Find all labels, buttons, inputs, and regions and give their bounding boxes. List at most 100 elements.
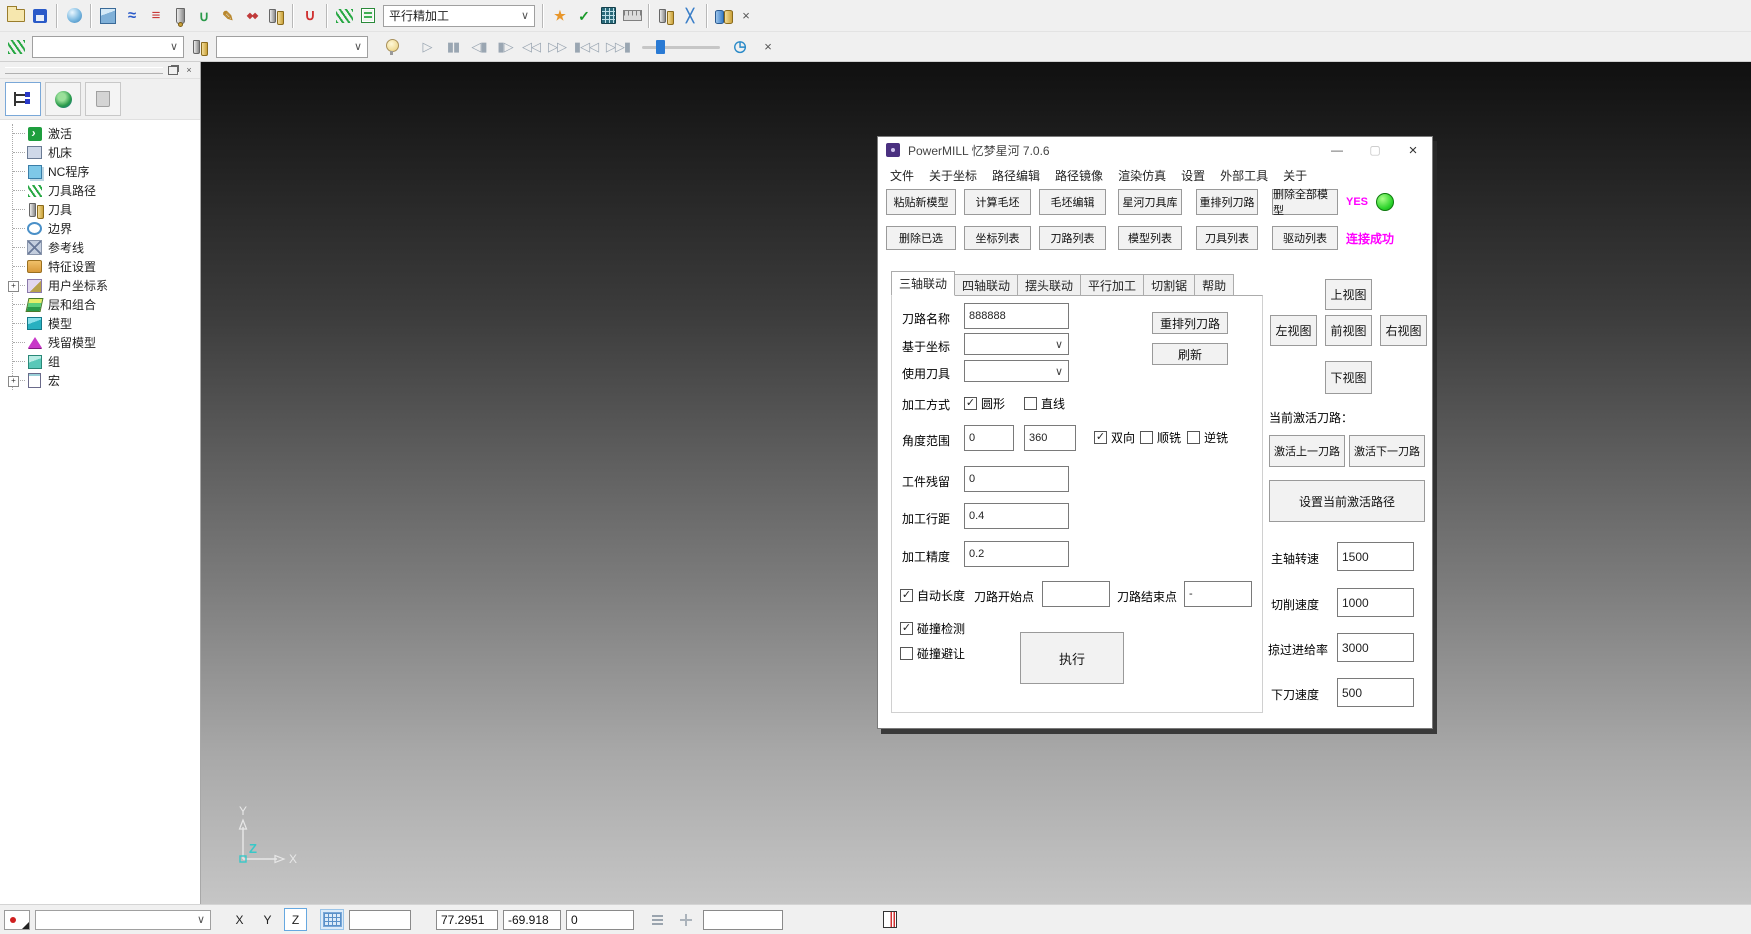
simulation-toolpath-button[interactable] bbox=[4, 35, 28, 59]
simulation-tool-combobox[interactable]: ∨ bbox=[216, 36, 368, 58]
auto-length-checkbox[interactable]: ✓ 自动长度 bbox=[900, 587, 965, 604]
active-toolpath-button[interactable] bbox=[332, 4, 356, 28]
skim-feed-input[interactable] bbox=[1337, 633, 1414, 662]
tool-list-button[interactable]: 刀具列表 bbox=[1196, 226, 1258, 250]
menu-item-about-coords[interactable]: 关于坐标 bbox=[929, 167, 977, 184]
position-combobox[interactable]: ∨ bbox=[35, 910, 211, 930]
activate-prev-toolpath-button[interactable]: 激活上一刀路 bbox=[1269, 435, 1345, 467]
expander-icon[interactable]: + bbox=[8, 376, 19, 387]
axis-z-button[interactable]: Z bbox=[284, 908, 307, 931]
based-coord-combobox[interactable]: ∨ bbox=[964, 333, 1069, 355]
collision-avoid-checkbox[interactable]: 碰撞避让 bbox=[900, 645, 965, 662]
tree-item-toolpaths[interactable]: 刀具路径 bbox=[13, 181, 200, 200]
tab-saw[interactable]: 切割锯 bbox=[1144, 274, 1195, 296]
angle-start-input[interactable] bbox=[964, 425, 1014, 451]
zigzag-path-button[interactable]: ≈ bbox=[120, 4, 144, 28]
rearrange-toolpath-button[interactable]: 重排列刀路 bbox=[1152, 312, 1228, 334]
tab-3axis[interactable]: 三轴联动 bbox=[891, 271, 955, 296]
strategy-combobox[interactable]: 平行精加工 ∨ bbox=[383, 5, 535, 27]
cylinders-button[interactable] bbox=[712, 4, 736, 28]
refresh-button[interactable]: 刷新 bbox=[1152, 343, 1228, 365]
view-top-button[interactable]: 上视图 bbox=[1325, 279, 1372, 310]
tree-item-groups[interactable]: 组 bbox=[13, 352, 200, 371]
panel-float-button[interactable] bbox=[165, 63, 181, 77]
spindle-speed-input[interactable] bbox=[1337, 542, 1414, 571]
coord-x-field[interactable]: 77.2951 bbox=[436, 910, 498, 930]
model-list-button[interactable]: 模型列表 bbox=[1118, 226, 1182, 250]
fast-forward-button[interactable]: ▷▷ bbox=[544, 39, 570, 55]
tree-item-macros[interactable]: +宏 bbox=[13, 371, 200, 390]
start-point-input[interactable] bbox=[1042, 581, 1110, 607]
menu-item-path-edit[interactable]: 路径编辑 bbox=[992, 167, 1040, 184]
drive-list-button[interactable]: 驱动列表 bbox=[1272, 226, 1338, 250]
compute-stock-button[interactable]: 计算毛坯 bbox=[964, 189, 1031, 215]
coord-y-field[interactable]: -69.918 bbox=[503, 910, 561, 930]
go-start-button[interactable]: ▮◁◁ bbox=[570, 39, 602, 55]
save-project-button[interactable] bbox=[28, 4, 52, 28]
slider-handle[interactable] bbox=[656, 40, 665, 54]
tab-swivel-head[interactable]: 摆头联动 bbox=[1018, 274, 1081, 296]
simulation-tool-button[interactable] bbox=[188, 35, 212, 59]
menu-item-external-tools[interactable]: 外部工具 bbox=[1220, 167, 1268, 184]
menu-item-about[interactable]: 关于 bbox=[1283, 167, 1307, 184]
simulation-speed-slider[interactable] bbox=[642, 39, 720, 55]
tool-library-button[interactable]: 星河刀具库 bbox=[1118, 189, 1182, 215]
delete-selected-button[interactable]: 删除已选 bbox=[886, 226, 956, 250]
rewind-button[interactable]: ◁◁ bbox=[518, 39, 544, 55]
paste-new-model-button[interactable]: 粘贴新模型 bbox=[886, 189, 956, 215]
tab-help[interactable]: 帮助 bbox=[1195, 274, 1234, 296]
collision-check-checkbox[interactable]: ✓ 碰撞检测 bbox=[900, 620, 965, 637]
tab-explorer-tree[interactable] bbox=[5, 82, 41, 116]
step-forward-button[interactable]: ▮▷ bbox=[492, 39, 518, 55]
tool-create-button[interactable] bbox=[168, 4, 192, 28]
end-point-input[interactable] bbox=[1184, 581, 1252, 607]
activate-next-toolpath-button[interactable]: 激活下一刀路 bbox=[1349, 435, 1425, 467]
plunge-feed-input[interactable] bbox=[1337, 678, 1414, 707]
tool-holder-button[interactable] bbox=[264, 4, 288, 28]
axis-y-button[interactable]: Y bbox=[256, 908, 279, 931]
calculator-button[interactable] bbox=[596, 4, 620, 28]
stock-allowance-input[interactable] bbox=[964, 466, 1069, 492]
set-active-path-button[interactable]: 设置当前激活路径 bbox=[1269, 480, 1425, 522]
snap-field[interactable] bbox=[349, 910, 411, 930]
curve-editor-button[interactable]: ✎ bbox=[216, 4, 240, 28]
circle-checkbox[interactable]: ✓ 圆形 bbox=[964, 395, 1005, 412]
view-bottom-button[interactable]: 下视图 bbox=[1325, 361, 1372, 394]
blank-sphere-button[interactable] bbox=[62, 4, 86, 28]
panel-close-button[interactable]: × bbox=[181, 63, 197, 77]
tool-pair-button[interactable] bbox=[654, 4, 678, 28]
machining-strategy-button[interactable]: ≡ bbox=[144, 4, 168, 28]
execute-button[interactable]: 执行 bbox=[1020, 632, 1124, 684]
toolpath-name-input[interactable] bbox=[964, 303, 1069, 329]
menu-item-path-mirror[interactable]: 路径镜像 bbox=[1055, 167, 1103, 184]
tree-item-machine-tool[interactable]: 机床 bbox=[13, 143, 200, 162]
grid-toggle-button[interactable] bbox=[320, 909, 344, 930]
tree-item-models[interactable]: 模型 bbox=[13, 314, 200, 333]
tab-4axis[interactable]: 四轴联动 bbox=[955, 274, 1018, 296]
clock-button[interactable]: ◷ bbox=[728, 35, 752, 59]
minimize-button[interactable]: — bbox=[1318, 137, 1356, 163]
tree-item-patterns[interactable]: 参考线 bbox=[13, 238, 200, 257]
tab-explorer-recycle[interactable] bbox=[85, 82, 121, 116]
open-file-button[interactable] bbox=[4, 4, 28, 28]
play-button[interactable]: ▷ bbox=[414, 39, 440, 55]
tree-item-activate[interactable]: 激活 bbox=[13, 124, 200, 143]
stock-edit-button[interactable]: 毛坯编辑 bbox=[1039, 189, 1106, 215]
delete-all-models-button[interactable]: 删除全部模型 bbox=[1272, 189, 1338, 215]
expander-icon[interactable]: + bbox=[8, 281, 19, 292]
measure-field[interactable] bbox=[703, 910, 783, 930]
stepover-input[interactable] bbox=[964, 503, 1069, 529]
playback-toolbar-close-button[interactable]: × bbox=[758, 39, 778, 54]
view-front-button[interactable]: 前视图 bbox=[1325, 315, 1372, 346]
go-end-button[interactable]: ▷▷▮ bbox=[602, 39, 634, 55]
bidirectional-checkbox[interactable]: ✓ 双向 bbox=[1094, 429, 1135, 446]
main-toolbar-close-button[interactable]: × bbox=[736, 8, 756, 23]
menu-item-settings[interactable]: 设置 bbox=[1181, 167, 1205, 184]
transform-axes-button[interactable]: ╳ bbox=[678, 4, 702, 28]
tree-item-workplanes[interactable]: +用户坐标系 bbox=[13, 276, 200, 295]
use-tool-combobox[interactable]: ∨ bbox=[964, 360, 1069, 382]
leads-links-button[interactable]: ∪ bbox=[192, 4, 216, 28]
draw-cursor-icon[interactable] bbox=[4, 910, 30, 930]
conventional-checkbox[interactable]: 逆铣 bbox=[1187, 429, 1228, 446]
coord-z-field[interactable]: 0 bbox=[566, 910, 634, 930]
